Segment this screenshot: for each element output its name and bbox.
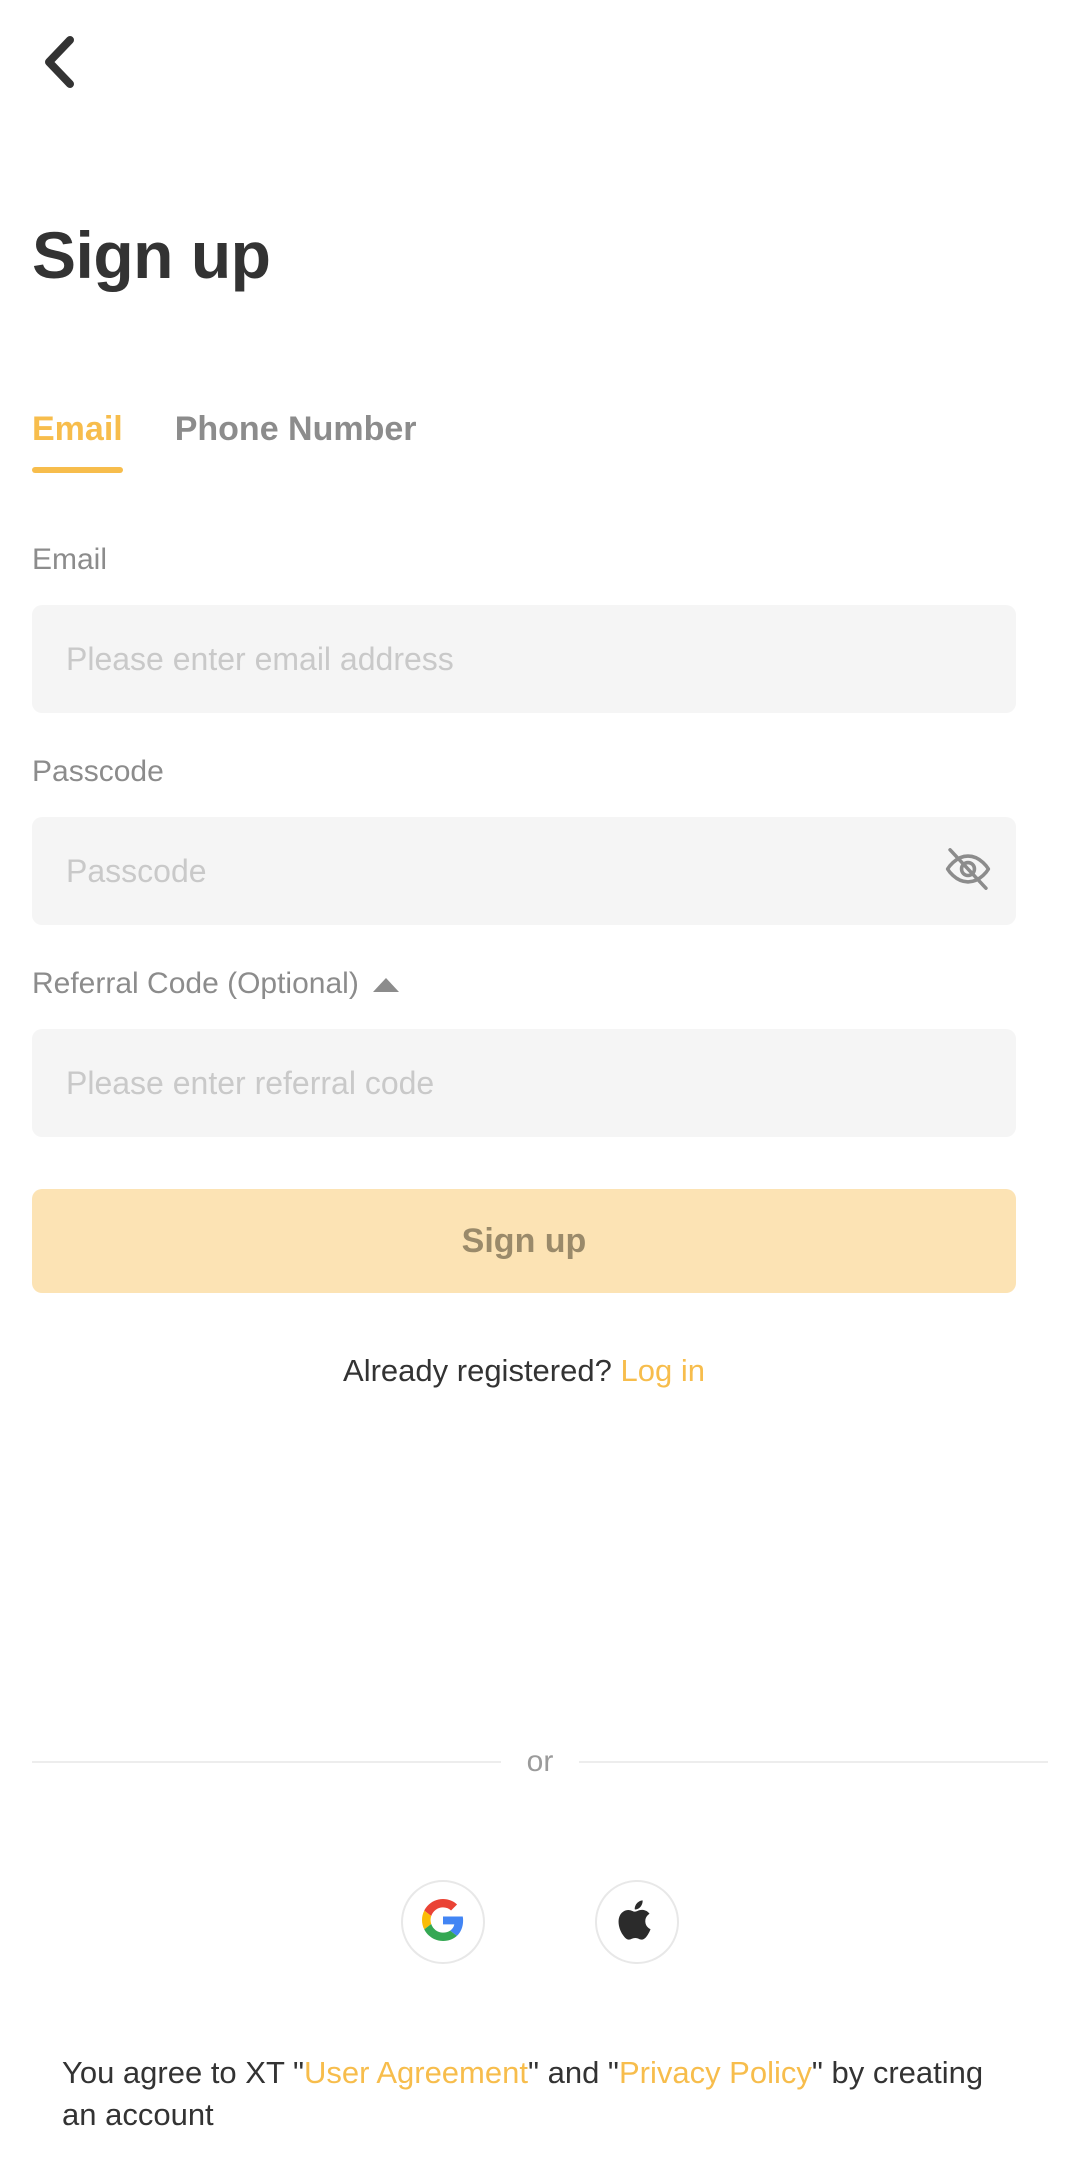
- login-prompt: Already registered? Log in: [32, 1353, 1016, 1389]
- referral-code-input[interactable]: [32, 1029, 1016, 1137]
- privacy-policy-link[interactable]: Privacy Policy: [619, 2055, 812, 2090]
- auth-method-tabs: Email Phone Number: [32, 410, 417, 473]
- google-login-button[interactable]: [401, 1880, 485, 1964]
- tab-phone-number-label: Phone Number: [174, 410, 417, 448]
- email-input-wrapper[interactable]: [32, 605, 1016, 713]
- terms-text: You agree to XT "User Agreement" and "Pr…: [62, 2052, 1022, 2136]
- terms-part-1: You agree to XT ": [62, 2055, 304, 2090]
- apple-login-button[interactable]: [595, 1880, 679, 1964]
- referral-label-row[interactable]: Referral Code (Optional): [32, 969, 1048, 999]
- back-button[interactable]: [20, 24, 96, 100]
- passcode-input[interactable]: [32, 817, 920, 925]
- divider-line-left: [32, 1761, 501, 1763]
- email-label: Email: [32, 543, 108, 576]
- divider-line-right: [579, 1761, 1048, 1763]
- signup-submit-button[interactable]: Sign up: [32, 1189, 1016, 1293]
- or-divider: or: [32, 1745, 1048, 1779]
- page-title: Sign up: [32, 218, 271, 292]
- login-link[interactable]: Log in: [620, 1353, 704, 1388]
- login-prompt-text: Already registered?: [343, 1353, 612, 1388]
- terms-part-2: " and ": [527, 2055, 619, 2090]
- toggle-passcode-visibility-button[interactable]: [920, 817, 1016, 925]
- referral-input-wrapper[interactable]: [32, 1029, 1016, 1137]
- chevron-left-icon: [41, 35, 75, 89]
- email-input[interactable]: [32, 605, 1016, 713]
- referral-label: Referral Code (Optional): [32, 967, 359, 1000]
- passcode-group: Passcode: [32, 757, 1048, 925]
- tab-phone-number[interactable]: Phone Number: [175, 410, 417, 473]
- passcode-label: Passcode: [32, 755, 164, 788]
- signup-screen: Sign up Email Phone Number Email Passcod…: [0, 0, 1080, 2184]
- divider-label: or: [526, 1745, 554, 1778]
- signup-form: Email Passcode: [32, 545, 1048, 1389]
- tab-email[interactable]: Email: [32, 410, 123, 473]
- apple-icon: [617, 1897, 657, 1948]
- caret-up-icon[interactable]: [372, 978, 399, 992]
- eye-off-icon: [943, 844, 993, 899]
- google-icon: [422, 1898, 464, 1946]
- tab-email-label: Email: [32, 410, 123, 448]
- email-group: Email: [32, 545, 1048, 713]
- user-agreement-link[interactable]: User Agreement: [304, 2055, 528, 2090]
- passcode-input-wrapper[interactable]: [32, 817, 1016, 925]
- referral-group: Referral Code (Optional): [32, 969, 1048, 1137]
- social-login-row: [0, 1880, 1080, 1964]
